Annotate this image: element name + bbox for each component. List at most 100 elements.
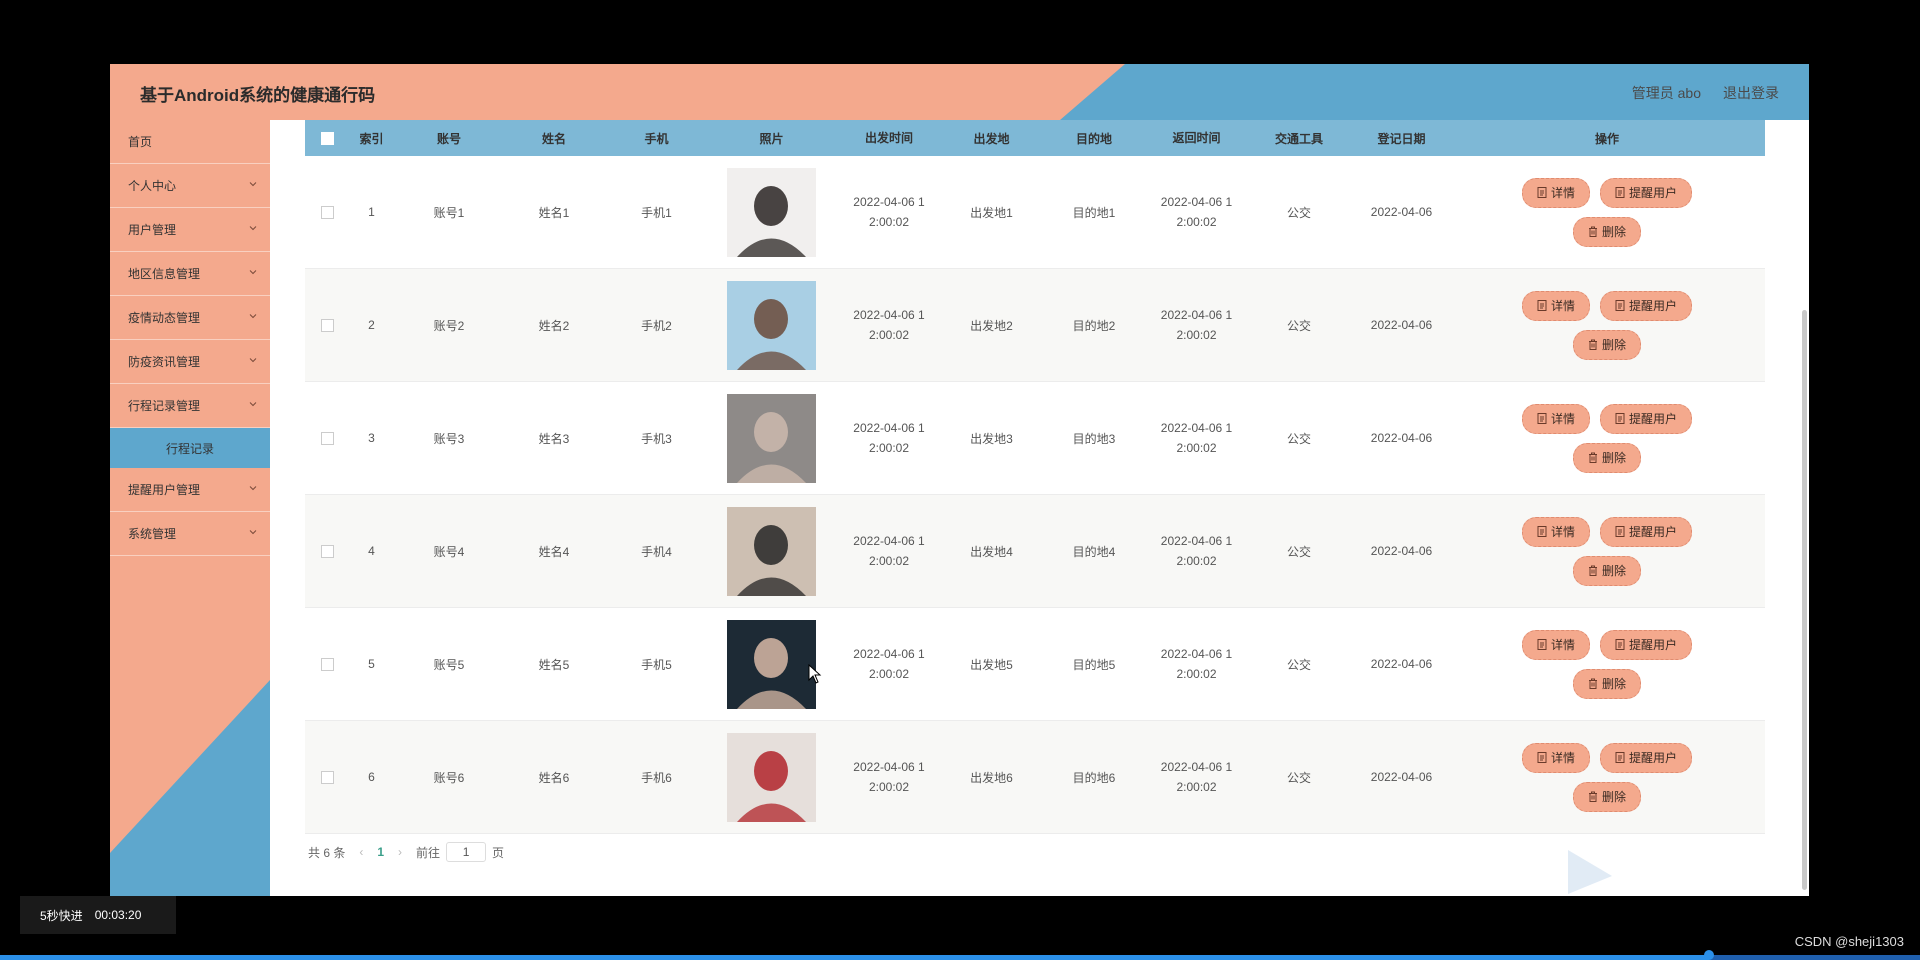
- row-checkbox[interactable]: [320, 205, 334, 219]
- row-checkbox[interactable]: [320, 318, 334, 332]
- cell-return-time-line1: 2022-04-06 1: [1160, 308, 1233, 322]
- cell-register-date: 2022-04-06: [1370, 205, 1433, 219]
- cell-actions: 详情 提醒用户删除: [1449, 742, 1765, 812]
- row-checkbox-cell[interactable]: [305, 431, 349, 445]
- delete-button[interactable]: 删除: [1572, 668, 1641, 699]
- row-checkbox-cell[interactable]: [305, 770, 349, 784]
- row-checkbox[interactable]: [320, 544, 334, 558]
- detail-button[interactable]: 详情: [1521, 290, 1590, 321]
- detail-button[interactable]: 详情: [1521, 177, 1590, 208]
- user-photo[interactable]: [727, 280, 816, 370]
- cell-destination: 目的地4: [1072, 544, 1116, 559]
- cell-return-time-line1: 2022-04-06 1: [1160, 421, 1233, 435]
- row-checkbox-cell[interactable]: [305, 318, 349, 332]
- delete-button-label: 删除: [1601, 451, 1626, 465]
- detail-button[interactable]: 详情: [1521, 516, 1590, 547]
- user-photo[interactable]: [727, 732, 816, 822]
- document-icon: [1615, 752, 1625, 763]
- cell-return-time-line2: 2:00:02: [1176, 554, 1217, 568]
- cell-return-time-line2: 2:00:02: [1176, 780, 1217, 794]
- detail-button[interactable]: 详情: [1521, 403, 1590, 434]
- sidebar-item[interactable]: 疫情动态管理: [110, 296, 270, 340]
- sidebar-item[interactable]: 防疫资讯管理: [110, 340, 270, 384]
- remind-user-button[interactable]: 提醒用户: [1600, 403, 1693, 434]
- row-checkbox-cell[interactable]: [305, 657, 349, 671]
- user-photo[interactable]: [727, 506, 816, 596]
- row-checkbox-cell[interactable]: [305, 544, 349, 558]
- page-unit-label: 页: [492, 845, 505, 860]
- row-checkbox[interactable]: [320, 431, 334, 445]
- row-checkbox[interactable]: [320, 770, 334, 784]
- remind-user-button[interactable]: 提醒用户: [1600, 290, 1693, 321]
- sidebar-subitem-active[interactable]: 行程记录: [110, 428, 270, 468]
- sidebar-item[interactable]: 系统管理: [110, 512, 270, 556]
- cell-departure-time: 2022-04-06 1 2:00:02: [834, 644, 944, 684]
- player-speed-chip[interactable]: 5秒快进 00:03:20: [20, 896, 176, 934]
- select-all-checkbox[interactable]: [320, 131, 334, 145]
- remind-user-button[interactable]: 提醒用户: [1600, 742, 1693, 773]
- cell-actions: 详情 提醒用户删除: [1449, 290, 1765, 360]
- remind-user-button[interactable]: 提醒用户: [1600, 629, 1693, 660]
- cell-index: 1: [368, 205, 375, 219]
- pagination: 共 6 条 ‹ 1 › 前往 1 页: [308, 842, 504, 862]
- col-origin: 出发地: [973, 131, 1010, 146]
- delete-button[interactable]: 删除: [1572, 781, 1641, 812]
- cell-account: 账号5: [433, 657, 465, 672]
- goto-page-input[interactable]: 1: [446, 842, 487, 862]
- remind-user-button[interactable]: 提醒用户: [1600, 177, 1693, 208]
- logout-link[interactable]: 退出登录: [1723, 83, 1779, 103]
- progress-knob[interactable]: [1703, 950, 1714, 960]
- cell-origin: 出发地5: [970, 657, 1013, 672]
- cell-departure-time-line1: 2022-04-06 1: [853, 421, 925, 435]
- delete-button[interactable]: 删除: [1572, 216, 1641, 247]
- cell-actions: 详情 提醒用户删除: [1449, 403, 1765, 473]
- cell-origin: 出发地3: [970, 431, 1013, 446]
- page-number[interactable]: 1: [377, 845, 384, 859]
- sidebar-item[interactable]: 地区信息管理: [110, 252, 270, 296]
- chevron-down-icon: [249, 530, 257, 535]
- user-photo[interactable]: [727, 167, 816, 257]
- sidebar-item[interactable]: 首页: [110, 120, 270, 164]
- sidebar-menu: 首页 个人中心 用户管理地区信息管理疫情动态管理 防疫资讯管理 行程记录管理 行程记录 提醒…: [110, 120, 270, 556]
- sidebar-item-label: 地区信息管理: [128, 267, 201, 281]
- col-actions: 操作: [1594, 131, 1619, 146]
- sidebar-item[interactable]: 提醒用户管理: [110, 468, 270, 512]
- delete-button[interactable]: 删除: [1572, 442, 1641, 473]
- sidebar-item[interactable]: 行程记录管理: [110, 384, 270, 428]
- table-row: 5 账号5 姓名5 手机5 2022-04-06 1 2:00:02 出发地5 目的地5 202…: [305, 608, 1765, 721]
- delete-button[interactable]: 删除: [1572, 555, 1641, 586]
- sidebar-item[interactable]: 个人中心: [110, 164, 270, 208]
- cell-actions: 详情 提醒用户删除: [1449, 629, 1765, 699]
- cell-name: 姓名3: [538, 431, 570, 446]
- detail-button[interactable]: 详情: [1521, 629, 1590, 660]
- remind-user-button-label: 提醒用户: [1629, 525, 1678, 539]
- detail-button[interactable]: 详情: [1521, 742, 1590, 773]
- cell-departure-time: 2022-04-06 1 2:00:02: [834, 192, 944, 232]
- cell-return-time: 2022-04-06 1 2:00:02: [1149, 644, 1244, 684]
- select-all-cell[interactable]: [305, 131, 349, 145]
- next-page-icon[interactable]: ›: [398, 845, 402, 859]
- user-photo[interactable]: [727, 619, 816, 709]
- remind-user-button[interactable]: 提醒用户: [1600, 516, 1693, 547]
- col-register-date: 登记日期: [1377, 131, 1426, 146]
- sidebar-item[interactable]: 用户管理: [110, 208, 270, 252]
- action-row: 详情 提醒用户: [1521, 516, 1693, 547]
- row-checkbox[interactable]: [320, 657, 334, 671]
- progress-fill: [0, 955, 1709, 960]
- detail-button-label: 详情: [1550, 525, 1575, 539]
- cell-departure-time-line1: 2022-04-06 1: [853, 534, 925, 548]
- vertical-scrollbar[interactable]: [1802, 310, 1807, 890]
- col-photo: 照片: [759, 131, 784, 146]
- prev-page-icon[interactable]: ‹: [359, 845, 363, 859]
- cell-index: 5: [368, 657, 375, 671]
- admin-user-label[interactable]: 管理员 abo: [1632, 83, 1701, 103]
- cell-origin: 出发地2: [970, 318, 1013, 333]
- cell-return-time-line2: 2:00:02: [1176, 215, 1217, 229]
- cell-phone: 手机5: [641, 657, 672, 672]
- delete-button[interactable]: 删除: [1572, 329, 1641, 360]
- user-photo[interactable]: [727, 393, 816, 483]
- table-row: 6 账号6 姓名6 手机6 2022-04-06 1 2:00:02 出发地6 目的地6 202…: [305, 721, 1765, 834]
- document-icon: [1537, 187, 1547, 198]
- row-checkbox-cell[interactable]: [305, 205, 349, 219]
- cell-departure-time-line2: 2:00:02: [868, 554, 910, 568]
